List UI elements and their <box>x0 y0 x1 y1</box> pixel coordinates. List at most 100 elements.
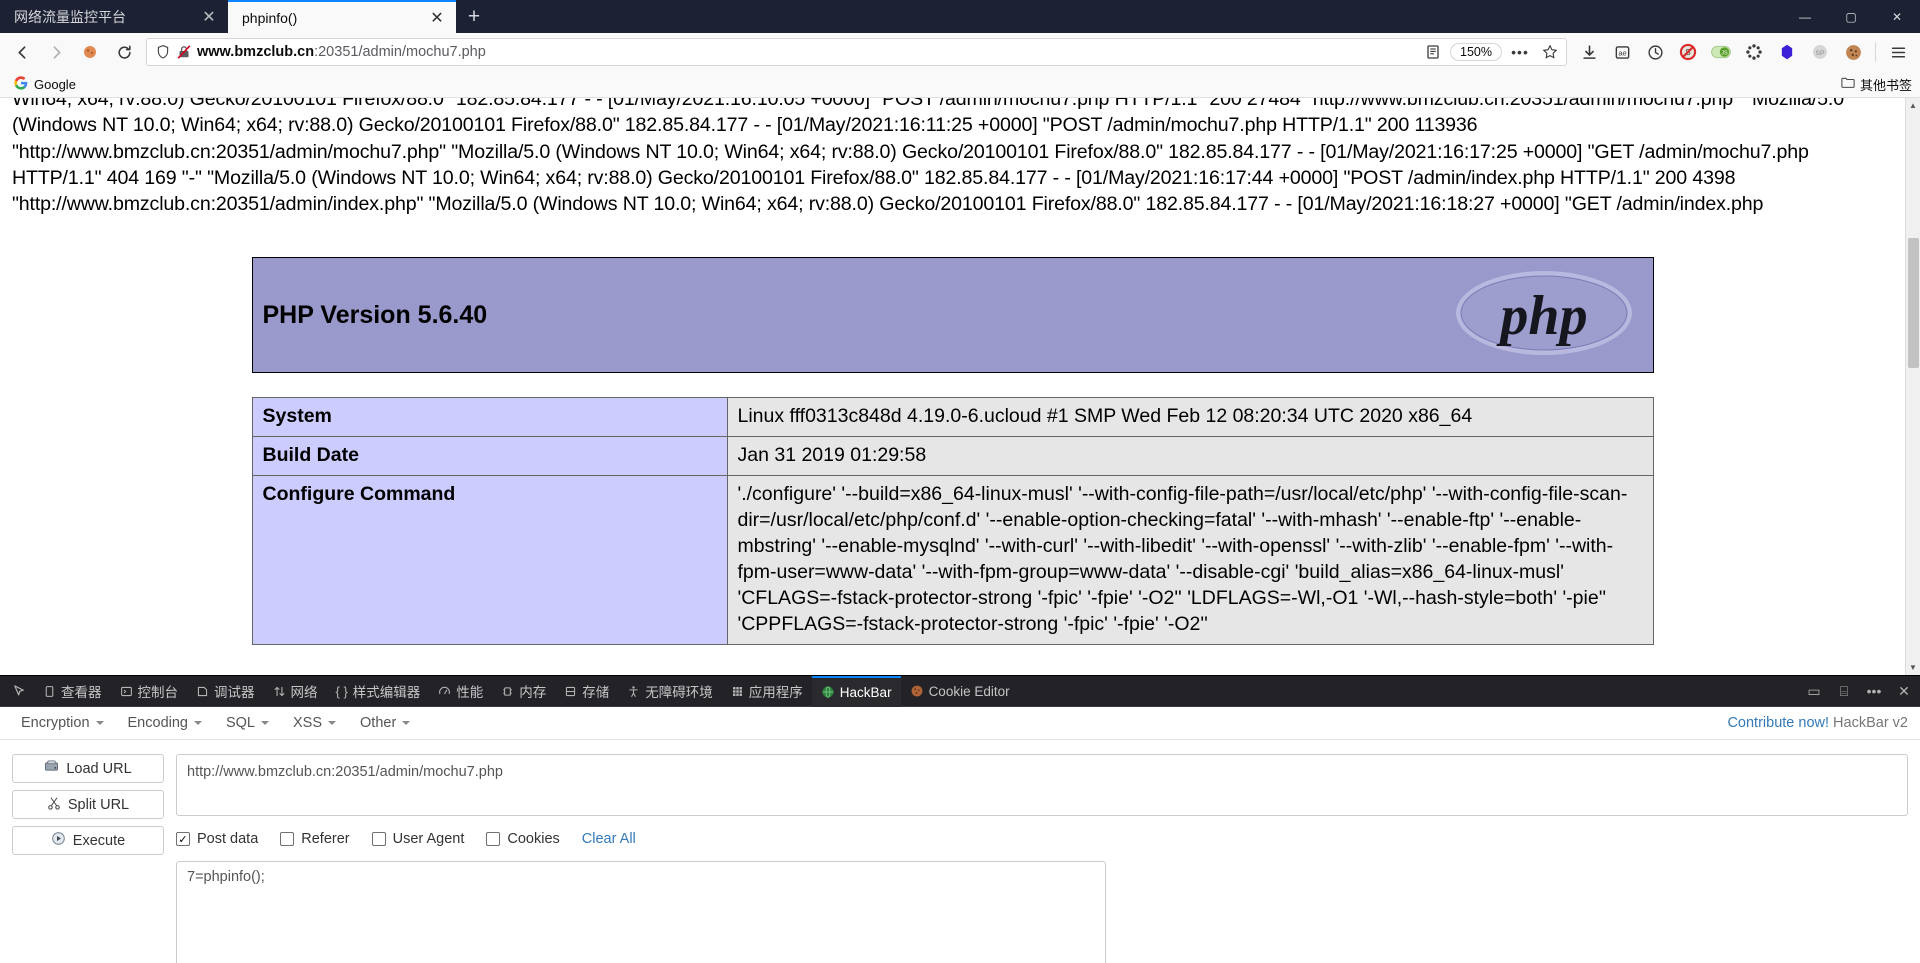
hackbar-menu-xss[interactable]: XSS <box>282 711 347 735</box>
checkbox-box[interactable] <box>371 832 386 846</box>
devtools-tab-inspector[interactable]: 查看器 <box>34 676 111 707</box>
devtools-tab-label: 样式编辑器 <box>352 685 421 700</box>
proxy-switcher-icon[interactable]: SP <box>1804 37 1836 67</box>
split-console-button[interactable]: ⌸ <box>1830 677 1858 705</box>
reload-button[interactable] <box>108 37 140 67</box>
checkbox-referer[interactable]: Referer <box>280 831 350 847</box>
devtools-tab-label: 内存 <box>519 685 547 700</box>
browser-navigation-bar: www.bmzclub.cn:20351/admin/mochu7.php 15… <box>0 33 1920 71</box>
zoom-level-badge[interactable]: 150% <box>1450 43 1502 61</box>
svg-text:SP: SP <box>1815 50 1825 57</box>
bookmark-item-google[interactable]: Google <box>8 74 82 95</box>
browser-tab-1[interactable]: 网络流量监控平台 ✕ <box>0 0 228 33</box>
toolbar-divider <box>1875 42 1876 62</box>
application-icon <box>731 685 744 698</box>
devtools-tab-accessibility[interactable]: 无障碍环境 <box>618 676 722 707</box>
phpinfo-table: System Linux fff0313c848d 4.19.0-6.uclou… <box>251 397 1654 645</box>
contribute-link[interactable]: Contribute now! <box>1727 715 1829 731</box>
scrollbar-thumb[interactable] <box>1908 238 1919 368</box>
hackbar-menu-encryption[interactable]: Encryption <box>10 711 115 735</box>
address-bar[interactable]: www.bmzclub.cn:20351/admin/mochu7.php 15… <box>146 38 1567 66</box>
js-toggle-icon[interactable]: JS <box>1705 37 1737 67</box>
other-bookmarks-label: 其他书签 <box>1859 77 1912 93</box>
noscript-icon[interactable]: S <box>1672 37 1704 67</box>
checkbox-box[interactable] <box>280 832 295 846</box>
hackbar-url-input[interactable] <box>176 754 1908 816</box>
element-picker-icon[interactable] <box>4 676 34 707</box>
lock-broken-icon[interactable] <box>176 44 192 60</box>
close-window-button[interactable]: ✕ <box>1874 0 1920 33</box>
page-viewport: Win64; x64; rv:88.0) Gecko/20100101 Fire… <box>0 98 1920 675</box>
tab-close-icon[interactable]: ✕ <box>198 6 220 28</box>
hackbar-menu-sql[interactable]: SQL <box>215 711 280 735</box>
clear-all-link[interactable]: Clear All <box>582 831 636 847</box>
devtools-tab-debugger[interactable]: 调试器 <box>187 676 264 707</box>
reader-view-icon[interactable] <box>1425 44 1441 60</box>
svg-text:php: php <box>1496 285 1587 347</box>
execute-button[interactable]: Execute <box>12 826 164 855</box>
split-url-button[interactable]: Split URL <box>12 790 164 819</box>
history-clock-icon[interactable] <box>1639 37 1671 67</box>
minimize-button[interactable]: — <box>1782 0 1828 33</box>
back-button[interactable] <box>6 37 38 67</box>
forward-button[interactable] <box>40 37 72 67</box>
bookmark-star-icon[interactable] <box>1538 44 1562 60</box>
hackbar-panel: Encryption Encoding SQL XSS Other Contri… <box>0 707 1920 963</box>
devtools-tab-label: 性能 <box>456 685 484 700</box>
maximize-button[interactable]: ▢ <box>1828 0 1874 33</box>
scroll-down-arrow-icon[interactable]: ▼ <box>1906 660 1920 675</box>
devtools-tab-hackbar[interactable]: HackBar <box>811 675 901 707</box>
page-scrollbar[interactable]: ▲ ▼ <box>1905 98 1920 675</box>
responsive-design-mode-button[interactable]: ▭ <box>1800 677 1828 705</box>
load-url-button[interactable]: Load URL <box>12 754 164 783</box>
svg-text:ae: ae <box>1618 48 1626 57</box>
extension-toolbar: ae S JS SP <box>1573 37 1914 67</box>
devtools-tab-bar: 查看器 控制台 调试器 网络 { } 样式编辑器 性能 内存 存储 无障碍环境 … <box>0 675 1920 707</box>
devtools-tab-console[interactable]: 控制台 <box>111 676 188 707</box>
hackbar-menu-other[interactable]: Other <box>349 711 421 735</box>
scroll-up-arrow-icon[interactable]: ▲ <box>1906 98 1920 113</box>
violentmonkey-icon[interactable] <box>1771 37 1803 67</box>
devtools-tab-memory[interactable]: 内存 <box>492 676 555 707</box>
checkbox-user-agent[interactable]: User Agent <box>371 831 464 847</box>
checkbox-cookies[interactable]: Cookies <box>486 831 560 847</box>
page-actions-menu-icon[interactable]: ••• <box>1507 44 1533 60</box>
tab-title: phpinfo() <box>242 9 298 26</box>
tab-close-icon[interactable]: ✕ <box>426 7 448 29</box>
devtools-tab-storage[interactable]: 存储 <box>555 676 618 707</box>
devtools-tab-network[interactable]: 网络 <box>264 676 327 707</box>
firefox-account-icon[interactable] <box>74 37 106 67</box>
console-icon <box>120 685 133 698</box>
hamburger-menu-icon[interactable] <box>1882 37 1914 67</box>
devtools-options-menu-button[interactable]: ••• <box>1860 677 1888 705</box>
cookie-editor-icon[interactable] <box>1837 37 1869 67</box>
other-bookmarks-folder[interactable]: 其他书签 <box>1841 75 1912 94</box>
devtools-tab-label: 存储 <box>582 685 610 700</box>
table-cell-key: System <box>251 397 728 438</box>
style-editor-icon: { } <box>335 683 348 699</box>
checkbox-post-data[interactable]: ✓ Post data <box>176 831 258 847</box>
checkbox-box[interactable]: ✓ <box>176 832 190 846</box>
button-label: Load URL <box>66 760 132 777</box>
close-devtools-button[interactable]: ✕ <box>1890 677 1918 705</box>
wappalyzer-icon[interactable] <box>1738 37 1770 67</box>
accessibility-icon <box>627 685 640 698</box>
devtools-tab-style-editor[interactable]: { } 样式编辑器 <box>327 676 430 707</box>
table-cell-key: Build Date <box>251 436 728 477</box>
translate-icon[interactable]: ae <box>1606 37 1638 67</box>
load-url-icon <box>44 760 59 777</box>
new-tab-button[interactable]: + <box>456 0 492 33</box>
shield-icon[interactable] <box>155 44 171 60</box>
hackbar-menu-encoding[interactable]: Encoding <box>117 711 213 735</box>
devtools-tab-performance[interactable]: 性能 <box>429 676 492 707</box>
checkbox-box[interactable] <box>486 832 501 846</box>
network-icon <box>273 685 286 698</box>
devtools-tab-label: HackBar <box>839 684 892 700</box>
checkbox-label: Cookies <box>507 831 560 847</box>
table-row: System Linux fff0313c848d 4.19.0-6.uclou… <box>251 397 1654 438</box>
hackbar-post-data-input[interactable] <box>176 861 1106 963</box>
devtools-tab-application[interactable]: 应用程序 <box>722 676 812 707</box>
devtools-tab-cookie-editor[interactable]: Cookie Editor <box>901 676 1019 707</box>
browser-tab-2[interactable]: phpinfo() ✕ <box>228 0 456 33</box>
download-icon[interactable] <box>1573 37 1605 67</box>
